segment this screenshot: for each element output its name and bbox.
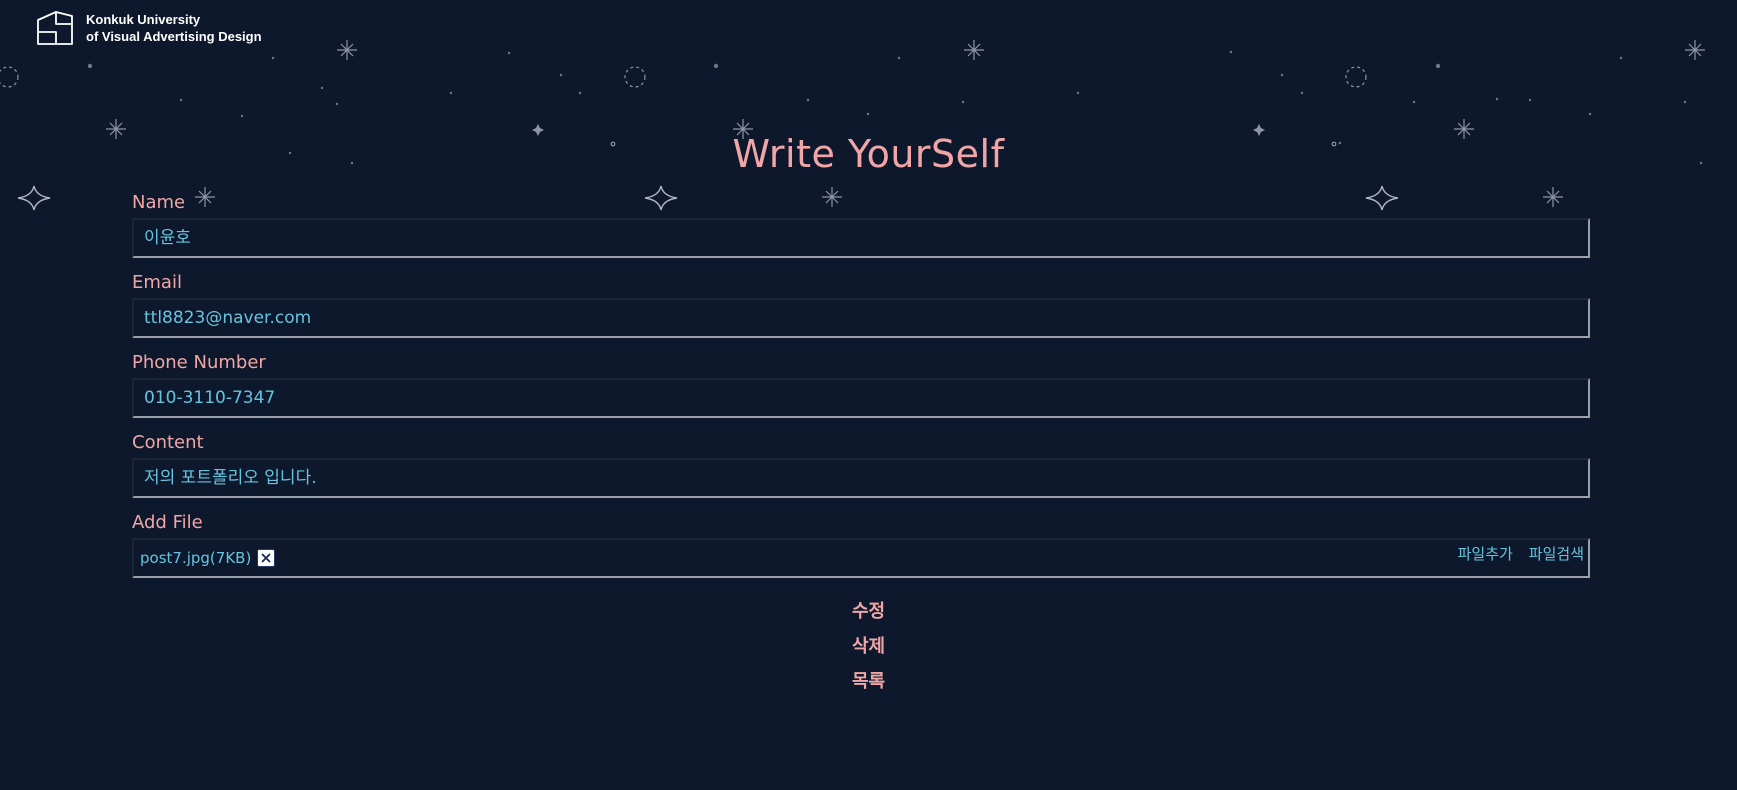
brand-line-2: of Visual Advertising Design xyxy=(86,29,262,44)
file-actions: 파일추가 파일검색 xyxy=(1458,543,1584,564)
content-value: 저의 포트폴리오 입니다. xyxy=(144,468,317,488)
file-label: Add File xyxy=(132,512,203,533)
search-file-button[interactable]: 파일검색 xyxy=(1529,543,1584,564)
edit-button[interactable]: 수정 xyxy=(852,594,885,629)
list-button[interactable]: 목록 xyxy=(852,664,885,699)
page: Konkuk University of Visual Advertising … xyxy=(0,0,1737,790)
form-actions: 수정 삭제 목록 xyxy=(0,594,1737,699)
brand-line-1: Konkuk University xyxy=(86,12,201,27)
file-field-group: Add File post7.jpg(7KB) 파일추가 파일검색 xyxy=(132,510,1590,578)
attached-file: post7.jpg(7KB) xyxy=(140,549,276,567)
content-field[interactable]: 저의 포트폴리오 입니다. xyxy=(132,458,1590,498)
email-value: ttl8823@naver.com xyxy=(144,308,312,328)
email-field[interactable]: ttl8823@naver.com xyxy=(132,298,1590,338)
name-value: 이윤호 xyxy=(144,228,191,248)
content-field-group: Content 저의 포트폴리오 입니다. xyxy=(132,430,1590,498)
add-file-button[interactable]: 파일추가 xyxy=(1458,543,1513,564)
name-field[interactable]: 이윤호 xyxy=(132,218,1590,258)
phone-field-group: Phone Number 010-3110-7347 xyxy=(132,350,1590,418)
phone-field[interactable]: 010-3110-7347 xyxy=(132,378,1590,418)
email-label: Email xyxy=(132,272,182,293)
folded-box-logo-icon xyxy=(37,11,73,45)
page-title: Write YourSelf xyxy=(732,132,1005,176)
phone-value: 010-3110-7347 xyxy=(144,388,276,408)
brand-logo[interactable]: Konkuk University of Visual Advertising … xyxy=(36,10,262,46)
remove-file-button[interactable] xyxy=(257,549,276,567)
close-icon xyxy=(261,553,271,563)
name-label: Name xyxy=(132,192,186,213)
email-field-group: Email ttl8823@naver.com xyxy=(132,270,1590,338)
phone-label: Phone Number xyxy=(132,352,266,373)
name-field-group: Name 이윤호 xyxy=(132,190,1590,258)
file-field: post7.jpg(7KB) 파일추가 파일검색 xyxy=(132,538,1590,578)
delete-button[interactable]: 삭제 xyxy=(852,629,885,664)
content-label: Content xyxy=(132,432,204,453)
brand-text: Konkuk University of Visual Advertising … xyxy=(86,11,262,45)
attached-file-name: post7.jpg(7KB) xyxy=(140,549,252,567)
contact-form: Name 이윤호 Email ttl8823@naver.com Phone N… xyxy=(132,190,1590,590)
